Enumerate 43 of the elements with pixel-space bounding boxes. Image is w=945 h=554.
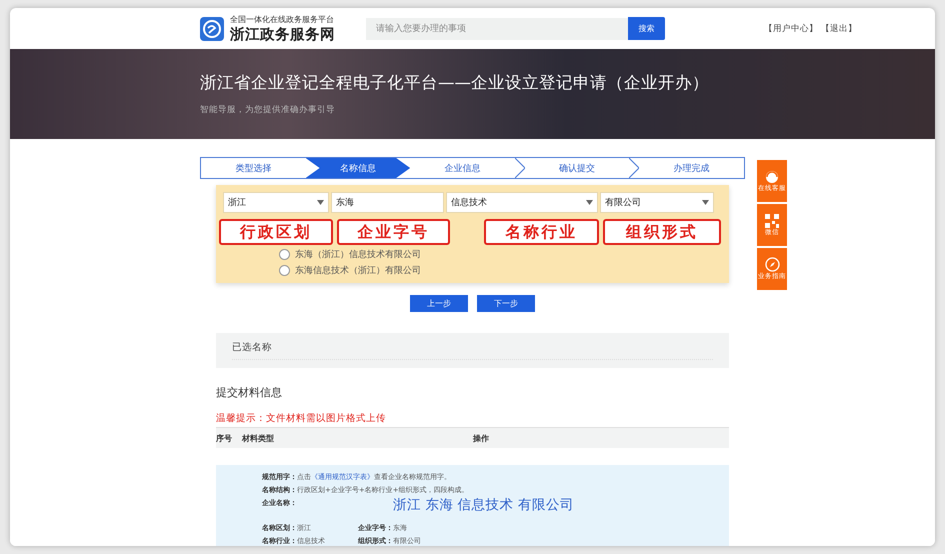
name-option[interactable]: 东海信息技术（浙江）有限公司	[279, 264, 717, 277]
section-title: 提交材料信息	[216, 385, 283, 400]
column-header: 序号	[216, 432, 233, 444]
step-tab[interactable]: 名称信息	[306, 158, 410, 178]
column-header: 操作	[473, 432, 490, 444]
name-preview: 浙江 东海 信息技术 有限公司	[393, 496, 574, 514]
caret-icon	[317, 200, 324, 205]
step-tab[interactable]: 企业信息	[410, 158, 515, 178]
select-field[interactable]: 有限公司	[600, 192, 714, 213]
upload-hint: 温馨提示：文件材料需以图片格式上传	[216, 412, 387, 425]
step-tab[interactable]: 办理完成	[639, 158, 744, 178]
site-name: 浙江政务服务网	[230, 26, 335, 44]
banner-subtitle: 智能导服，为您提供准确办事引导	[200, 104, 336, 116]
search-field[interactable]: 请输入您要办理的事项	[366, 18, 628, 40]
search-button[interactable]: 搜索	[628, 17, 665, 40]
input-field[interactable]: 东海	[331, 192, 444, 213]
callout-label: 名称行业	[484, 219, 599, 245]
callout-label: 组织形式	[603, 219, 721, 245]
logo-icon	[200, 16, 224, 41]
callout-label: 行政区划	[219, 219, 333, 245]
step-button[interactable]: 上一步	[410, 295, 468, 312]
step-tab[interactable]: 类型选择	[201, 158, 306, 178]
callout-label: 企业字号	[337, 219, 450, 245]
compass-icon	[764, 257, 780, 272]
header-link[interactable]: 【用户中心】	[764, 22, 818, 35]
step-button[interactable]: 下一步	[477, 295, 535, 312]
option-label: 东海信息技术（浙江）有限公司	[295, 264, 421, 277]
qr-code-icon	[765, 214, 779, 228]
caret-icon	[586, 200, 593, 205]
select-field[interactable]: 信息技术	[446, 192, 598, 213]
column-header: 材料类型	[242, 432, 275, 444]
header-link[interactable]: 【退出】	[821, 22, 857, 35]
name-option[interactable]: 东海（浙江）信息技术有限公司	[279, 248, 717, 261]
platform-subtitle: 全国一体化在线政务服务平台	[230, 14, 335, 25]
page-title: 浙江省企业登记全程电子化平台——企业设立登记申请（企业开办）	[200, 72, 710, 94]
section-title: 已选名称	[232, 341, 713, 360]
step-tab[interactable]: 确认提交	[524, 158, 630, 178]
option-label: 东海（浙江）信息技术有限公司	[295, 248, 421, 261]
caret-icon	[702, 200, 709, 205]
select-field[interactable]: 浙江	[223, 192, 329, 213]
radio-button[interactable]	[279, 265, 290, 276]
radio-button[interactable]	[279, 249, 290, 260]
headset-icon	[764, 170, 780, 184]
